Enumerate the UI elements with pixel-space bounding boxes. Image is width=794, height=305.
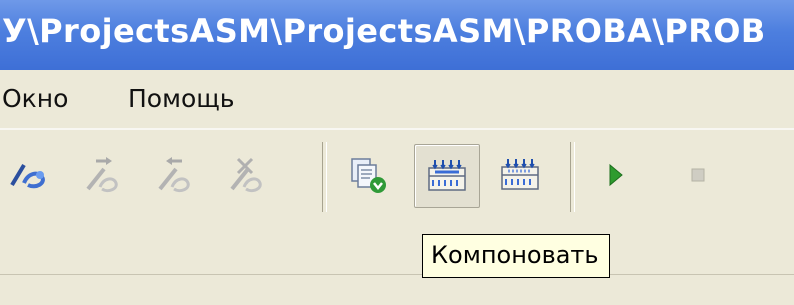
menu-bar: Окно Помощь xyxy=(0,70,794,129)
toolbar-separator xyxy=(322,142,327,212)
tooltip: Компоновать xyxy=(422,234,610,278)
download-icon xyxy=(351,158,386,193)
title-bar[interactable]: У\ProjectsASM\ProjectsASM\PROBA\PROB xyxy=(0,0,794,70)
step-out-button[interactable] xyxy=(142,144,206,206)
breakpoint-button[interactable] xyxy=(0,144,64,206)
build-button[interactable] xyxy=(414,144,480,208)
stop-button[interactable] xyxy=(666,144,730,206)
editor-area xyxy=(0,226,794,305)
breakpoint-icon xyxy=(10,163,45,189)
run-button[interactable] xyxy=(584,144,648,206)
divider xyxy=(0,274,794,275)
rebuild-icon xyxy=(501,159,539,190)
step-out-icon xyxy=(158,157,190,193)
rebuild-button[interactable] xyxy=(488,144,552,206)
window-title: У\ProjectsASM\ProjectsASM\PROBA\PROB xyxy=(2,12,766,50)
toolbar xyxy=(0,128,794,228)
menu-help[interactable]: Помощь xyxy=(128,84,235,113)
build-icon xyxy=(428,160,466,191)
step-over-button[interactable] xyxy=(214,144,278,206)
menu-window[interactable]: Окно xyxy=(2,84,68,113)
download-button[interactable] xyxy=(336,144,400,206)
run-icon xyxy=(609,163,623,187)
step-over-icon xyxy=(230,157,262,193)
stop-icon xyxy=(691,168,705,182)
step-into-button[interactable] xyxy=(70,144,134,206)
step-into-icon xyxy=(86,157,118,193)
toolbar-separator xyxy=(570,142,575,212)
